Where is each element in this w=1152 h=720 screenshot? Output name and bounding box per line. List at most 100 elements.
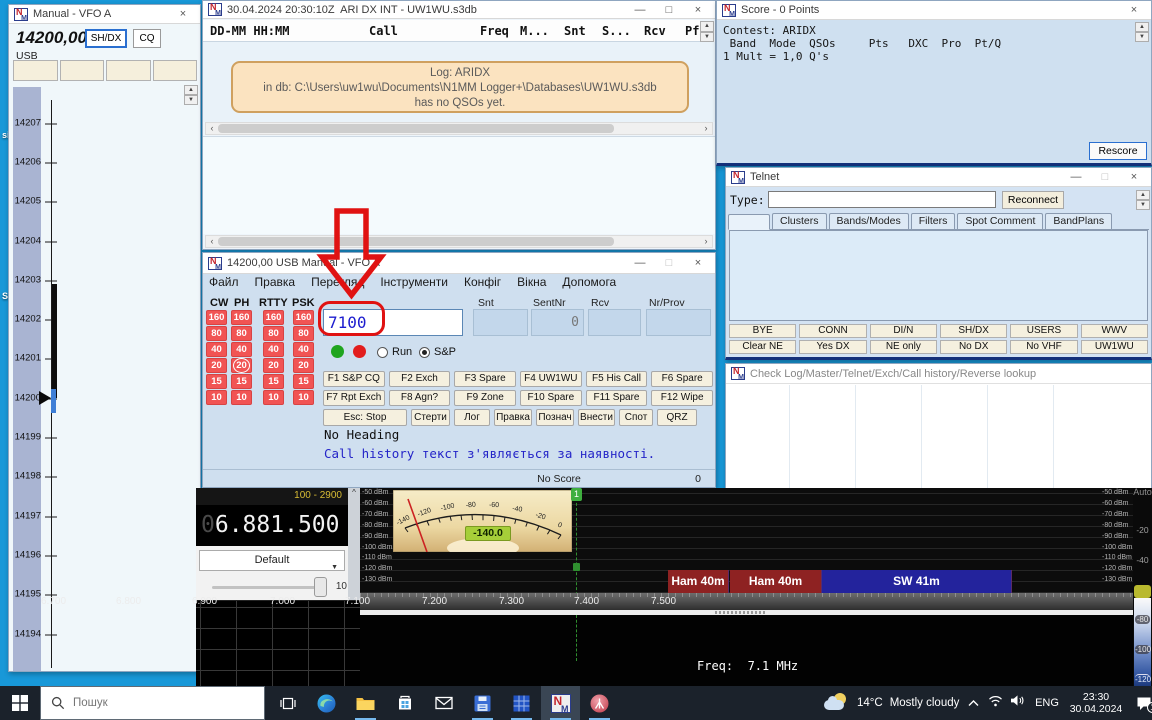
band-button-rtty[interactable]: 10	[263, 390, 284, 405]
sdr-frequency-display[interactable]: 06.881.500	[196, 505, 348, 546]
function-key-button[interactable]: F12 Wipe	[651, 390, 713, 406]
band-button-cw[interactable]: 40	[206, 342, 227, 357]
telnet-command-button[interactable]: DI/N	[870, 324, 937, 338]
mail-button[interactable]	[424, 686, 463, 720]
search-input[interactable]	[73, 697, 233, 709]
auto-gain-label[interactable]: Auto	[1133, 487, 1152, 497]
telnet-command-button[interactable]: CONN	[799, 324, 866, 338]
function-key-button[interactable]: F5 His Call	[586, 371, 648, 387]
telnet-titlebar[interactable]: Telnet — □ ×	[726, 168, 1151, 187]
bandmap-blank-button[interactable]	[13, 60, 58, 81]
action-button[interactable]: Стерти	[411, 409, 450, 426]
function-key-button[interactable]: F7 Rpt Exch	[323, 390, 385, 406]
telnet-tab[interactable]: Filters	[911, 213, 956, 229]
log-column-header[interactable]: M...	[520, 24, 549, 38]
band-button-rtty[interactable]: 160	[263, 310, 284, 325]
menu-item[interactable]: Допомога	[562, 275, 616, 289]
action-button[interactable]: Внести	[578, 409, 615, 426]
bandmap-blank-button[interactable]	[153, 60, 198, 81]
check-titlebar[interactable]: Check Log/Master/Telnet/Exch/Call histor…	[726, 364, 1151, 384]
band-button-psk[interactable]: 10	[293, 390, 314, 405]
band-button-ph[interactable]: 40	[231, 342, 252, 357]
entry-titlebar[interactable]: 14200,00 USB Manual - VFO A — □ ×	[203, 253, 715, 274]
band-button-rtty[interactable]: 20	[263, 358, 284, 373]
function-key-button[interactable]: F8 Agn?	[389, 390, 451, 406]
taskbar-clock[interactable]: 23:30 30.04.2024	[1066, 691, 1126, 715]
function-key-button[interactable]: F3 Spare	[454, 371, 516, 387]
spreadsheet-app-button[interactable]	[502, 686, 541, 720]
function-key-button[interactable]: F1 S&P CQ	[323, 371, 385, 387]
minimize-icon[interactable]: —	[1064, 171, 1088, 183]
action-button[interactable]: QRZ	[657, 409, 697, 426]
run-radio[interactable]: Run	[377, 346, 412, 358]
score-scroll-spinner[interactable]: ▲▼	[1135, 22, 1149, 42]
tab-main-blank[interactable]	[728, 214, 770, 230]
log-column-header[interactable]: Freq	[480, 24, 509, 38]
band-button-ph[interactable]: 160	[231, 310, 252, 325]
telnet-command-input[interactable]	[768, 191, 996, 208]
floppy-app-button[interactable]	[463, 686, 502, 720]
band-button-rtty[interactable]: 15	[263, 374, 284, 389]
band-button-cw[interactable]: 15	[206, 374, 227, 389]
band-button-cw[interactable]: 10	[206, 390, 227, 405]
language-indicator[interactable]: ENG	[1028, 697, 1066, 709]
telnet-scroll-spinner[interactable]: ▲▼	[1136, 190, 1150, 210]
gradient-threshold-chip[interactable]	[1134, 585, 1151, 598]
band-button-ph[interactable]: 10	[231, 390, 252, 405]
file-explorer-button[interactable]	[346, 686, 385, 720]
callsign-input[interactable]	[323, 309, 463, 336]
log-column-header[interactable]: DD-MM HH:MM	[210, 24, 289, 38]
minimize-icon[interactable]: —	[628, 257, 652, 269]
function-key-button[interactable]: F2 Exch	[389, 371, 451, 387]
function-key-button[interactable]: F4 UW1WU	[520, 371, 582, 387]
taskbar-weather[interactable]: 14°C Mostly cloudy	[824, 686, 959, 720]
maximize-icon[interactable]: □	[657, 4, 681, 16]
bandmap-blank-button[interactable]	[60, 60, 105, 81]
action-button[interactable]: Лог	[454, 409, 490, 426]
telnet-tab[interactable]: Bands/Modes	[829, 213, 909, 229]
sdr-app-button[interactable]	[580, 686, 619, 720]
sp-radio[interactable]: S&P	[419, 346, 456, 358]
edge-browser-button[interactable]	[307, 686, 346, 720]
menu-item[interactable]: Перегляд	[311, 275, 364, 289]
band-button-cw[interactable]: 160	[206, 310, 227, 325]
frequency-scale[interactable]: 6.7006.8006.9007.0007.1007.2007.3007.400…	[360, 593, 1133, 610]
rescore-button[interactable]: Rescore	[1089, 142, 1147, 160]
vfo-frequency[interactable]: 14200,00	[16, 28, 87, 48]
log-column-header[interactable]: Rcv	[644, 24, 666, 38]
close-icon[interactable]: ×	[686, 4, 710, 16]
action-button[interactable]: Esc: Stop	[323, 409, 407, 426]
maximize-icon[interactable]: □	[657, 257, 681, 269]
telnet-command-button[interactable]: USERS	[1010, 324, 1077, 338]
nrprov-field[interactable]	[646, 309, 711, 336]
telnet-command-button[interactable]: Yes DX	[799, 340, 866, 354]
bandmap-blank-button[interactable]	[106, 60, 151, 81]
rcv-field[interactable]	[588, 309, 641, 336]
minimize-icon[interactable]: —	[628, 4, 652, 16]
profile-dropdown[interactable]: Default▼	[199, 550, 345, 571]
telnet-command-button[interactable]: No DX	[940, 340, 1007, 354]
menu-item[interactable]: Правка	[255, 275, 296, 289]
tray-expand-button[interactable]	[962, 694, 984, 712]
band-button-psk[interactable]: 15	[293, 374, 314, 389]
telnet-tab[interactable]: Spot Comment	[957, 213, 1043, 229]
close-icon[interactable]: ×	[171, 8, 195, 20]
band-button-rtty[interactable]: 80	[263, 326, 284, 341]
bandmap-scale-area[interactable]: 1420714206142051420414203142021420114200…	[9, 87, 200, 671]
menu-item[interactable]: Вікна	[517, 275, 546, 289]
action-button[interactable]: Спот	[619, 409, 653, 426]
band-button-psk[interactable]: 40	[293, 342, 314, 357]
score-titlebar[interactable]: Score - 0 Points ×	[717, 1, 1151, 20]
taskbar-search[interactable]	[40, 686, 265, 720]
telnet-command-button[interactable]: NE only	[870, 340, 937, 354]
wifi-tray-button[interactable]	[984, 694, 1006, 712]
maximize-icon[interactable]: □	[1093, 171, 1117, 183]
band-button-cw[interactable]: 20	[206, 358, 227, 373]
log-column-header[interactable]: Snt	[564, 24, 586, 38]
menu-item[interactable]: Файл	[209, 275, 239, 289]
telnet-command-button[interactable]: No VHF	[1010, 340, 1077, 354]
log-horizontal-scrollbar-2[interactable]: ‹›	[205, 235, 713, 248]
close-icon[interactable]: ×	[1122, 171, 1146, 183]
function-key-button[interactable]: F10 Spare	[520, 390, 582, 406]
band-button-ph[interactable]: 80	[231, 326, 252, 341]
